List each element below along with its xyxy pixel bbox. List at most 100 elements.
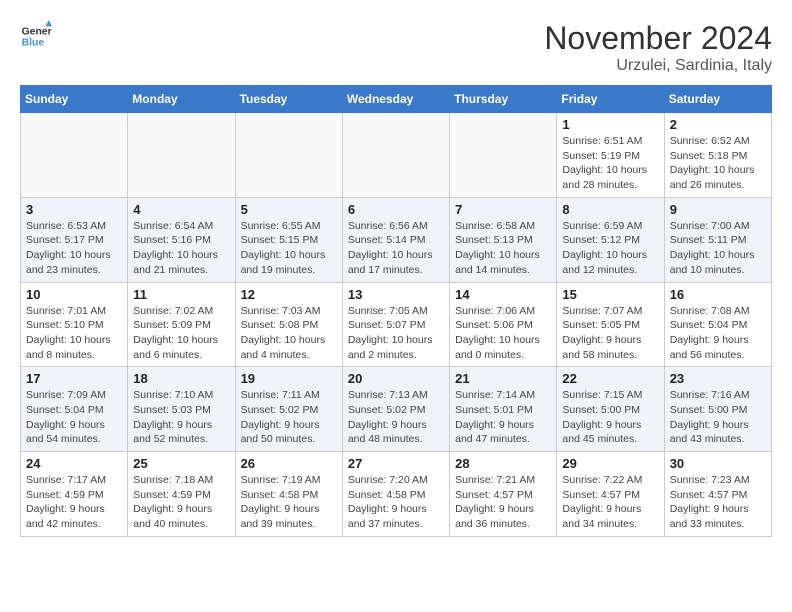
day-of-week-header: Monday: [128, 86, 235, 113]
day-info: Sunrise: 6:53 AM Sunset: 5:17 PM Dayligh…: [26, 219, 122, 278]
day-number: 13: [348, 287, 444, 302]
calendar-cell: [128, 113, 235, 198]
calendar-week-row: 1 Sunrise: 6:51 AM Sunset: 5:19 PM Daylig…: [21, 113, 772, 198]
calendar-cell: [450, 113, 557, 198]
day-number: 2: [670, 117, 766, 132]
logo-icon: General Blue: [20, 20, 52, 52]
day-info: Sunrise: 7:08 AM Sunset: 5:04 PM Dayligh…: [670, 304, 766, 363]
day-info: Sunrise: 6:59 AM Sunset: 5:12 PM Dayligh…: [562, 219, 658, 278]
day-info: Sunrise: 6:54 AM Sunset: 5:16 PM Dayligh…: [133, 219, 229, 278]
calendar-week-row: 3 Sunrise: 6:53 AM Sunset: 5:17 PM Daylig…: [21, 197, 772, 282]
calendar-cell: [21, 113, 128, 198]
day-info: Sunrise: 7:22 AM Sunset: 4:57 PM Dayligh…: [562, 473, 658, 532]
calendar-cell: 24 Sunrise: 7:17 AM Sunset: 4:59 PM Dayli…: [21, 452, 128, 537]
day-info: Sunrise: 7:02 AM Sunset: 5:09 PM Dayligh…: [133, 304, 229, 363]
day-number: 3: [26, 202, 122, 217]
calendar-cell: 23 Sunrise: 7:16 AM Sunset: 5:00 PM Dayli…: [664, 367, 771, 452]
day-number: 17: [26, 371, 122, 386]
day-info: Sunrise: 7:10 AM Sunset: 5:03 PM Dayligh…: [133, 388, 229, 447]
calendar-cell: 17 Sunrise: 7:09 AM Sunset: 5:04 PM Dayli…: [21, 367, 128, 452]
day-number: 8: [562, 202, 658, 217]
day-info: Sunrise: 7:17 AM Sunset: 4:59 PM Dayligh…: [26, 473, 122, 532]
day-info: Sunrise: 7:01 AM Sunset: 5:10 PM Dayligh…: [26, 304, 122, 363]
svg-text:General: General: [22, 26, 52, 37]
day-info: Sunrise: 7:20 AM Sunset: 4:58 PM Dayligh…: [348, 473, 444, 532]
calendar-table: SundayMondayTuesdayWednesdayThursdayFrid…: [20, 85, 772, 537]
calendar-cell: 9 Sunrise: 7:00 AM Sunset: 5:11 PM Daylig…: [664, 197, 771, 282]
calendar-cell: 8 Sunrise: 6:59 AM Sunset: 5:12 PM Daylig…: [557, 197, 664, 282]
day-number: 5: [241, 202, 337, 217]
day-info: Sunrise: 6:51 AM Sunset: 5:19 PM Dayligh…: [562, 134, 658, 193]
day-info: Sunrise: 7:03 AM Sunset: 5:08 PM Dayligh…: [241, 304, 337, 363]
day-number: 19: [241, 371, 337, 386]
day-number: 29: [562, 456, 658, 471]
calendar-cell: 25Sunrise: 7:18 AM Sunset: 4:59 PM Dayli…: [128, 452, 235, 537]
day-number: 14: [455, 287, 551, 302]
day-number: 12: [241, 287, 337, 302]
calendar-cell: 4 Sunrise: 6:54 AM Sunset: 5:16 PM Daylig…: [128, 197, 235, 282]
day-number: 21: [455, 371, 551, 386]
day-info: Sunrise: 7:07 AM Sunset: 5:05 PM Dayligh…: [562, 304, 658, 363]
day-number: 27: [348, 456, 444, 471]
calendar-cell: 26 Sunrise: 7:19 AM Sunset: 4:58 PM Dayli…: [235, 452, 342, 537]
day-number: 26: [241, 456, 337, 471]
day-info: Sunrise: 7:11 AM Sunset: 5:02 PM Dayligh…: [241, 388, 337, 447]
calendar-cell: 12 Sunrise: 7:03 AM Sunset: 5:08 PM Dayli…: [235, 282, 342, 367]
day-number: 20: [348, 371, 444, 386]
day-number: 18: [133, 371, 229, 386]
calendar-header-row: SundayMondayTuesdayWednesdayThursdayFrid…: [21, 86, 772, 113]
day-of-week-header: Saturday: [664, 86, 771, 113]
day-info: Sunrise: 7:16 AM Sunset: 5:00 PM Dayligh…: [670, 388, 766, 447]
calendar-cell: 28Sunrise: 7:21 AM Sunset: 4:57 PM Dayli…: [450, 452, 557, 537]
calendar-cell: 15Sunrise: 7:07 AM Sunset: 5:05 PM Dayli…: [557, 282, 664, 367]
day-info: Sunrise: 7:15 AM Sunset: 5:00 PM Dayligh…: [562, 388, 658, 447]
day-number: 9: [670, 202, 766, 217]
day-of-week-header: Thursday: [450, 86, 557, 113]
day-info: Sunrise: 6:55 AM Sunset: 5:15 PM Dayligh…: [241, 219, 337, 278]
calendar-cell: [342, 113, 449, 198]
day-info: Sunrise: 7:19 AM Sunset: 4:58 PM Dayligh…: [241, 473, 337, 532]
calendar-cell: 14Sunrise: 7:06 AM Sunset: 5:06 PM Dayli…: [450, 282, 557, 367]
calendar-cell: 6 Sunrise: 6:56 AM Sunset: 5:14 PM Daylig…: [342, 197, 449, 282]
calendar-cell: 11 Sunrise: 7:02 AM Sunset: 5:09 PM Dayli…: [128, 282, 235, 367]
day-info: Sunrise: 7:09 AM Sunset: 5:04 PM Dayligh…: [26, 388, 122, 447]
day-info: Sunrise: 6:58 AM Sunset: 5:13 PM Dayligh…: [455, 219, 551, 278]
day-number: 1: [562, 117, 658, 132]
day-info: Sunrise: 6:56 AM Sunset: 5:14 PM Dayligh…: [348, 219, 444, 278]
calendar-cell: 2Sunrise: 6:52 AM Sunset: 5:18 PM Daylig…: [664, 113, 771, 198]
day-info: Sunrise: 7:00 AM Sunset: 5:11 PM Dayligh…: [670, 219, 766, 278]
logo: General Blue: [20, 20, 52, 52]
header: General Blue November 2024 Urzulei, Sard…: [20, 20, 772, 75]
calendar-cell: 7 Sunrise: 6:58 AM Sunset: 5:13 PM Daylig…: [450, 197, 557, 282]
calendar-cell: 29 Sunrise: 7:22 AM Sunset: 4:57 PM Dayli…: [557, 452, 664, 537]
day-number: 10: [26, 287, 122, 302]
location: Urzulei, Sardinia, Italy: [544, 57, 772, 75]
day-info: Sunrise: 7:05 AM Sunset: 5:07 PM Dayligh…: [348, 304, 444, 363]
calendar-cell: 3 Sunrise: 6:53 AM Sunset: 5:17 PM Daylig…: [21, 197, 128, 282]
calendar-cell: 21 Sunrise: 7:14 AM Sunset: 5:01 PM Dayli…: [450, 367, 557, 452]
day-info: Sunrise: 7:13 AM Sunset: 5:02 PM Dayligh…: [348, 388, 444, 447]
month-title: November 2024: [544, 20, 772, 57]
calendar-cell: 18 Sunrise: 7:10 AM Sunset: 5:03 PM Dayli…: [128, 367, 235, 452]
day-number: 23: [670, 371, 766, 386]
day-number: 30: [670, 456, 766, 471]
calendar-cell: 16Sunrise: 7:08 AM Sunset: 5:04 PM Dayli…: [664, 282, 771, 367]
day-info: Sunrise: 7:14 AM Sunset: 5:01 PM Dayligh…: [455, 388, 551, 447]
calendar-cell: 1 Sunrise: 6:51 AM Sunset: 5:19 PM Daylig…: [557, 113, 664, 198]
calendar-week-row: 10 Sunrise: 7:01 AM Sunset: 5:10 PM Dayli…: [21, 282, 772, 367]
day-info: Sunrise: 7:18 AM Sunset: 4:59 PM Dayligh…: [133, 473, 229, 532]
calendar-week-row: 24 Sunrise: 7:17 AM Sunset: 4:59 PM Dayli…: [21, 452, 772, 537]
day-number: 7: [455, 202, 551, 217]
day-number: 6: [348, 202, 444, 217]
day-number: 28: [455, 456, 551, 471]
day-number: 4: [133, 202, 229, 217]
calendar-cell: 20 Sunrise: 7:13 AM Sunset: 5:02 PM Dayli…: [342, 367, 449, 452]
svg-text:Blue: Blue: [22, 38, 45, 49]
calendar-cell: 30Sunrise: 7:23 AM Sunset: 4:57 PM Dayli…: [664, 452, 771, 537]
calendar-cell: 27 Sunrise: 7:20 AM Sunset: 4:58 PM Dayli…: [342, 452, 449, 537]
calendar-cell: [235, 113, 342, 198]
day-number: 11: [133, 287, 229, 302]
day-of-week-header: Tuesday: [235, 86, 342, 113]
day-number: 24: [26, 456, 122, 471]
calendar-cell: 19 Sunrise: 7:11 AM Sunset: 5:02 PM Dayli…: [235, 367, 342, 452]
